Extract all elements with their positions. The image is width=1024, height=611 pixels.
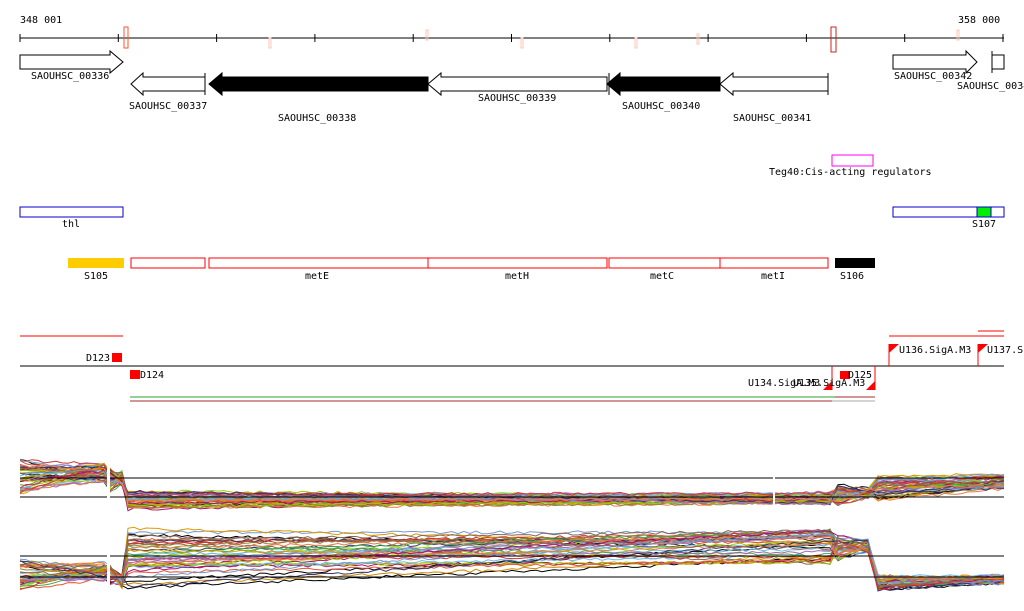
gap — [773, 455, 775, 515]
transcript-label: metI — [761, 271, 785, 282]
gap — [107, 455, 110, 600]
regulator-feature[interactable] — [831, 154, 874, 167]
feature-marker[interactable] — [696, 33, 700, 45]
gene-arrow-00342[interactable] — [892, 49, 978, 75]
gene-arrow-00341[interactable] — [719, 71, 829, 97]
transcript-label: S106 — [840, 271, 864, 282]
tss-label: D123 — [86, 353, 110, 364]
feature-marker[interactable] — [830, 26, 837, 53]
transcript-label: metH — [505, 271, 529, 282]
transcript-label: S105 — [84, 271, 108, 282]
transcript[interactable] — [130, 257, 206, 269]
genome-browser: 348 001 358 000 SAOUHSC_00336 SAOUHSC_00… — [19, 15, 1024, 600]
transcript-label: metE — [305, 271, 329, 282]
tss-flag[interactable] — [889, 344, 899, 353]
gene-label: SAOUHSC_00338 — [278, 113, 356, 124]
ruler-start-label: 348 001 — [20, 15, 62, 26]
gene-label: SAOUHSC_00337 — [129, 101, 207, 112]
gene-arrow-00336[interactable] — [19, 49, 124, 75]
transcript-metE[interactable] — [208, 257, 429, 269]
operon-thl[interactable] — [19, 206, 124, 218]
transcript-metC[interactable] — [608, 257, 721, 269]
regulator-label: Teg40:Cis-acting regulators — [769, 167, 932, 178]
ruler-end-label: 358 000 — [958, 15, 1000, 26]
gene-label: SAOUHSC_00339 — [478, 93, 556, 104]
gene-label: SAOUHSC_0034 — [957, 81, 1024, 92]
tss-label: U137.S — [987, 345, 1023, 356]
gene-label: SAOUHSC_00336 — [31, 71, 109, 82]
transcript-label: metC — [650, 271, 674, 282]
gene-label: SAOUHSC_00341 — [733, 113, 811, 124]
transcript-metH[interactable] — [427, 257, 608, 269]
transcript-s105[interactable] — [68, 258, 124, 268]
gene-label: SAOUHSC_00340 — [622, 101, 700, 112]
tss-label: U136.SigA.M3 — [899, 345, 971, 356]
tss-label: U135.SigA.M3 — [793, 378, 865, 389]
gene-arrow-00340[interactable] — [606, 71, 721, 97]
feature-marker[interactable] — [520, 37, 524, 49]
expression-panels — [19, 455, 1005, 600]
tss-flag[interactable] — [866, 381, 875, 390]
tss-d123[interactable] — [112, 353, 122, 362]
operon-label: thl — [62, 219, 80, 230]
feature-marker[interactable] — [268, 37, 272, 49]
gene-arrow-00337[interactable] — [130, 71, 206, 97]
ruler: 348 001 358 000 — [19, 15, 1004, 53]
tss-label: D124 — [140, 370, 164, 381]
gene-arrow-00338[interactable] — [208, 71, 429, 97]
gene-arrow-0034x[interactable] — [991, 51, 1005, 73]
s107-segment[interactable] — [976, 206, 992, 218]
tss-track: D123 D124 D125 U134.SigA.M3 U135.SigA.M3… — [20, 330, 1023, 402]
gene-track: SAOUHSC_00336 SAOUHSC_00337 SAOUHSC_0033… — [19, 49, 1024, 124]
tss-d124[interactable] — [130, 370, 140, 379]
feature-marker[interactable] — [634, 37, 638, 49]
gene-arrow-00339[interactable] — [427, 71, 608, 97]
operon-label: S107 — [972, 219, 996, 230]
transcript-metI[interactable] — [719, 257, 829, 269]
transcript-s106[interactable] — [835, 258, 875, 268]
